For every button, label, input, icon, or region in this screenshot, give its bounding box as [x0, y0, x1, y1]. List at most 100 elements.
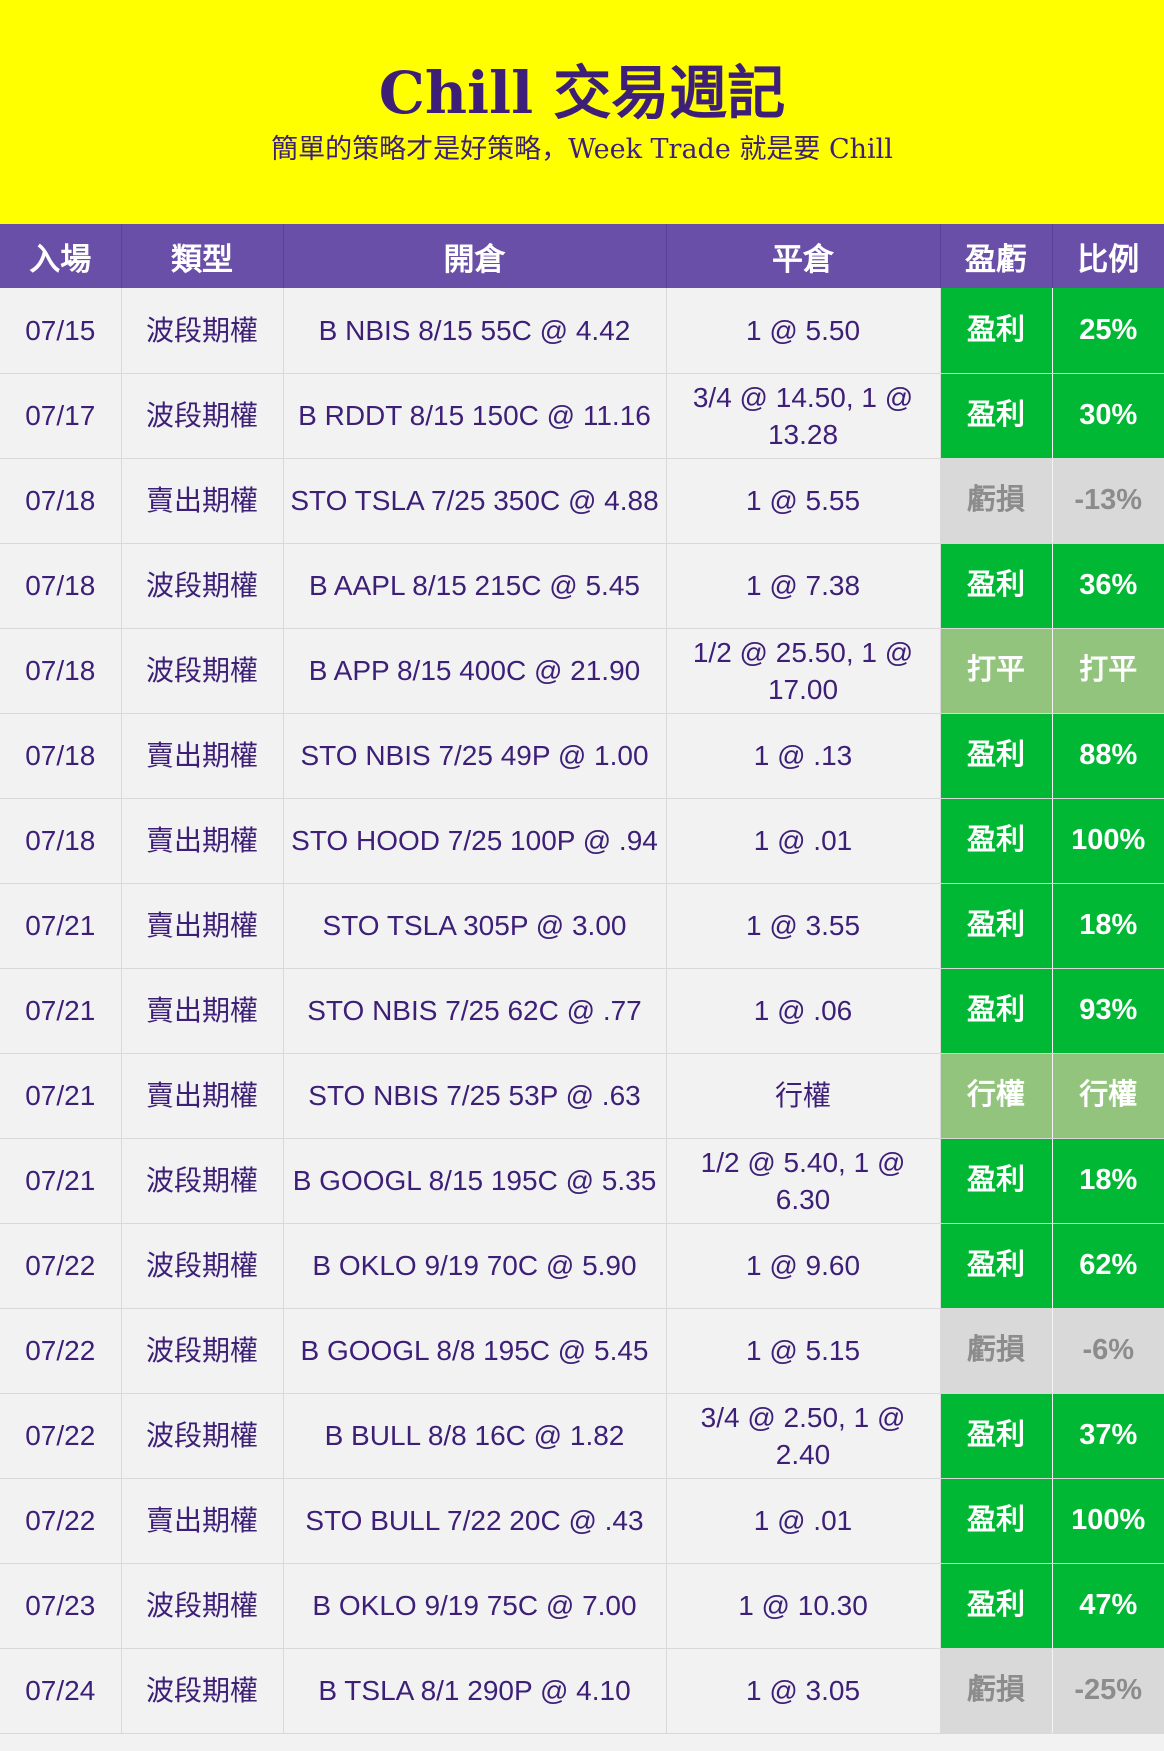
- cell-trade-type: 波段期權: [121, 1308, 284, 1394]
- trade-journal-table: 入場 類型 開倉 平倉 盈虧 比例 07/15 波段期權 B NBIS 8/15 5…: [0, 224, 1164, 1734]
- cell-return-ratio: 36%: [1052, 543, 1164, 629]
- cell-return-ratio: 88%: [1052, 713, 1164, 799]
- cell-open-position: STO NBIS 7/25 53P @ .63: [283, 1053, 667, 1139]
- cell-pl-status: 盈利: [940, 713, 1053, 799]
- cell-open-position: B TSLA 8/1 290P @ 4.10: [283, 1648, 667, 1734]
- cell-close-position: 1 @ .01: [666, 1478, 941, 1564]
- cell-close-position: 1 @ 5.50: [666, 288, 941, 374]
- cell-close-position: 3/4 @ 14.50, 1 @ 13.28: [666, 373, 941, 459]
- column-header-type: 類型: [121, 224, 284, 288]
- column-header-ratio: 比例: [1052, 224, 1164, 288]
- cell-close-position: 1 @ 7.38: [666, 543, 941, 629]
- cell-entry-date: 07/23: [0, 1563, 122, 1649]
- cell-pl-status: 盈利: [940, 288, 1053, 374]
- cell-pl-status: 盈利: [940, 1563, 1053, 1649]
- cell-trade-type: 波段期權: [121, 1563, 284, 1649]
- cell-entry-date: 07/18: [0, 798, 122, 884]
- cell-pl-status: 虧損: [940, 1308, 1053, 1394]
- cell-open-position: B BULL 8/8 16C @ 1.82: [283, 1393, 667, 1479]
- column-header-entry: 入場: [0, 224, 122, 288]
- cell-trade-type: 賣出期權: [121, 1053, 284, 1139]
- cell-trade-type: 波段期權: [121, 1223, 284, 1309]
- cell-open-position: STO TSLA 7/25 350C @ 4.88: [283, 458, 667, 544]
- cell-trade-type: 波段期權: [121, 373, 284, 459]
- cell-return-ratio: -25%: [1052, 1648, 1164, 1734]
- cell-entry-date: 07/22: [0, 1308, 122, 1394]
- cell-entry-date: 07/18: [0, 628, 122, 714]
- cell-pl-status: 行權: [940, 1053, 1053, 1139]
- cell-close-position: 1/2 @ 25.50, 1 @ 17.00: [666, 628, 941, 714]
- cell-entry-date: 07/18: [0, 543, 122, 629]
- table-row: 07/22 賣出期權 STO BULL 7/22 20C @ .43 1 @ .01 盈…: [0, 1478, 1164, 1564]
- cell-open-position: B NBIS 8/15 55C @ 4.42: [283, 288, 667, 374]
- cell-open-position: B GOOGL 8/15 195C @ 5.35: [283, 1138, 667, 1224]
- cell-pl-status: 虧損: [940, 1648, 1053, 1734]
- cell-pl-status: 盈利: [940, 1138, 1053, 1224]
- cell-pl-status: 盈利: [940, 798, 1053, 884]
- cell-trade-type: 賣出期權: [121, 883, 284, 969]
- cell-open-position: STO BULL 7/22 20C @ .43: [283, 1478, 667, 1564]
- cell-return-ratio: 打平: [1052, 628, 1164, 714]
- cell-trade-type: 波段期權: [121, 1138, 284, 1224]
- cell-close-position: 1 @ 3.55: [666, 883, 941, 969]
- cell-open-position: STO NBIS 7/25 62C @ .77: [283, 968, 667, 1054]
- cell-trade-type: 波段期權: [121, 543, 284, 629]
- cell-close-position: 1 @ 3.05: [666, 1648, 941, 1734]
- cell-pl-status: 盈利: [940, 543, 1053, 629]
- table-row: 07/18 波段期權 B AAPL 8/15 215C @ 5.45 1 @ 7.38…: [0, 543, 1164, 629]
- cell-entry-date: 07/21: [0, 883, 122, 969]
- cell-entry-date: 07/21: [0, 1053, 122, 1139]
- cell-trade-type: 賣出期權: [121, 713, 284, 799]
- cell-return-ratio: 62%: [1052, 1223, 1164, 1309]
- cell-trade-type: 波段期權: [121, 1393, 284, 1479]
- cell-entry-date: 07/24: [0, 1648, 122, 1734]
- page-subtitle: 簡單的策略才是好策略，Week Trade 就是要 Chill: [271, 134, 893, 165]
- cell-open-position: B RDDT 8/15 150C @ 11.16: [283, 373, 667, 459]
- cell-entry-date: 07/17: [0, 373, 122, 459]
- cell-return-ratio: -6%: [1052, 1308, 1164, 1394]
- cell-open-position: B OKLO 9/19 75C @ 7.00: [283, 1563, 667, 1649]
- cell-close-position: 行權: [666, 1053, 941, 1139]
- cell-return-ratio: 47%: [1052, 1563, 1164, 1649]
- cell-trade-type: 波段期權: [121, 1648, 284, 1734]
- cell-return-ratio: 25%: [1052, 288, 1164, 374]
- cell-entry-date: 07/22: [0, 1393, 122, 1479]
- table-row: 07/18 賣出期權 STO TSLA 7/25 350C @ 4.88 1 @ 5.…: [0, 458, 1164, 544]
- cell-close-position: 1 @ 5.15: [666, 1308, 941, 1394]
- cell-pl-status: 盈利: [940, 1478, 1053, 1564]
- title-banner: Chill 交易週記 簡單的策略才是好策略，Week Trade 就是要 Chi…: [0, 0, 1164, 224]
- table-row: 07/18 賣出期權 STO NBIS 7/25 49P @ 1.00 1 @ .13…: [0, 713, 1164, 799]
- table-row: 07/24 波段期權 B TSLA 8/1 290P @ 4.10 1 @ 3.05 虧…: [0, 1648, 1164, 1734]
- cell-open-position: B OKLO 9/19 70C @ 5.90: [283, 1223, 667, 1309]
- cell-entry-date: 07/18: [0, 713, 122, 799]
- cell-pl-status: 打平: [940, 628, 1053, 714]
- cell-entry-date: 07/22: [0, 1223, 122, 1309]
- cell-entry-date: 07/21: [0, 968, 122, 1054]
- cell-return-ratio: 18%: [1052, 883, 1164, 969]
- cell-trade-type: 賣出期權: [121, 798, 284, 884]
- cell-open-position: B GOOGL 8/8 195C @ 5.45: [283, 1308, 667, 1394]
- table-row: 07/22 波段期權 B GOOGL 8/8 195C @ 5.45 1 @ 5.15…: [0, 1308, 1164, 1394]
- cell-close-position: 1/2 @ 5.40, 1 @ 6.30: [666, 1138, 941, 1224]
- table-row: 07/21 賣出期權 STO NBIS 7/25 62C @ .77 1 @ .06 盈…: [0, 968, 1164, 1054]
- cell-trade-type: 賣出期權: [121, 458, 284, 544]
- cell-pl-status: 盈利: [940, 1393, 1053, 1479]
- cell-return-ratio: 37%: [1052, 1393, 1164, 1479]
- cell-open-position: B AAPL 8/15 215C @ 5.45: [283, 543, 667, 629]
- table-row: 07/18 波段期權 B APP 8/15 400C @ 21.90 1/2 @ 25…: [0, 628, 1164, 714]
- cell-return-ratio: 100%: [1052, 1478, 1164, 1564]
- cell-close-position: 1 @ .13: [666, 713, 941, 799]
- page-title: Chill 交易週記: [378, 59, 786, 127]
- cell-entry-date: 07/15: [0, 288, 122, 374]
- cell-pl-status: 盈利: [940, 968, 1053, 1054]
- cell-pl-status: 盈利: [940, 1223, 1053, 1309]
- cell-trade-type: 波段期權: [121, 288, 284, 374]
- table-row: 07/23 波段期權 B OKLO 9/19 75C @ 7.00 1 @ 10.30…: [0, 1563, 1164, 1649]
- cell-close-position: 3/4 @ 2.50, 1 @ 2.40: [666, 1393, 941, 1479]
- cell-pl-status: 盈利: [940, 883, 1053, 969]
- cell-return-ratio: 18%: [1052, 1138, 1164, 1224]
- cell-pl-status: 虧損: [940, 458, 1053, 544]
- cell-close-position: 1 @ .06: [666, 968, 941, 1054]
- table-body: 07/15 波段期權 B NBIS 8/15 55C @ 4.42 1 @ 5.50 盈…: [0, 288, 1164, 1734]
- table-row: 07/21 波段期權 B GOOGL 8/15 195C @ 5.35 1/2 @ 5…: [0, 1138, 1164, 1224]
